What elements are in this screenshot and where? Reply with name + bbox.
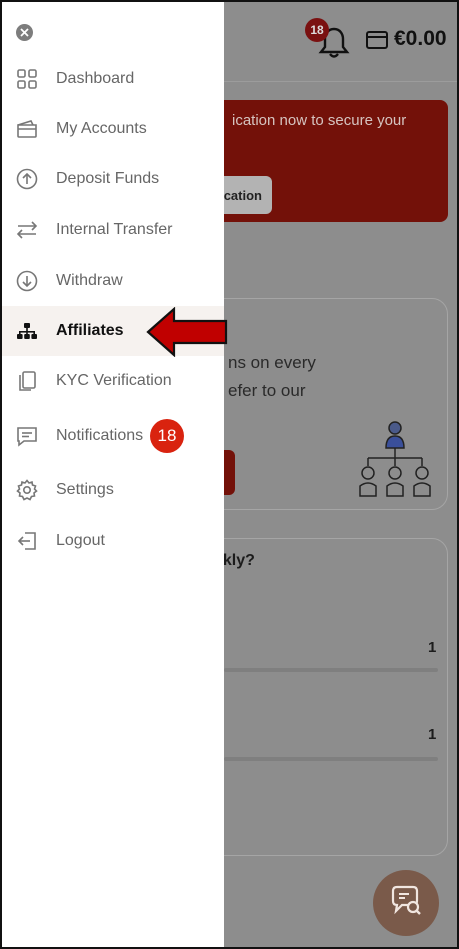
sidebar-item-label: My Accounts <box>56 120 147 137</box>
stat-value: 1 <box>428 726 437 743</box>
sidebar-item-dashboard[interactable]: Dashboard <box>2 54 224 104</box>
sidebar-item-label: Withdraw <box>56 272 123 289</box>
annotation-arrow-icon <box>146 306 228 358</box>
stat-bar <box>224 757 438 761</box>
stat-bar <box>224 668 438 672</box>
wallet-icon <box>16 118 38 140</box>
affiliate-card-text-line-1: ns on every <box>228 353 316 372</box>
sidebar-item-my-accounts[interactable]: My Accounts <box>2 104 224 154</box>
transfer-arrows-icon <box>16 219 38 241</box>
message-icon <box>16 425 38 447</box>
notification-count-badge: 18 <box>305 18 329 42</box>
sidebar-item-label: Notifications <box>56 427 144 444</box>
sidebar-item-label: Settings <box>56 481 114 498</box>
sidebar-item-label: Deposit Funds <box>56 170 160 187</box>
affiliate-tree-illustration <box>356 418 434 504</box>
sidebar-item-kyc-verification[interactable]: KYC Verification <box>2 356 224 406</box>
arrow-up-circle-icon <box>16 168 38 190</box>
sidebar-item-logout[interactable]: Logout <box>2 516 224 566</box>
affiliate-card-text-line-2: efer to our <box>228 381 306 400</box>
notifications-count-badge: 18 <box>150 419 184 453</box>
sidebar-item-deposit-funds[interactable]: Deposit Funds <box>2 154 224 204</box>
support-chat-button[interactable] <box>373 870 439 936</box>
arrow-down-circle-icon <box>16 270 38 292</box>
sidebar-item-label: Affiliates <box>56 322 124 339</box>
app-frame: 18 €0.00 ication now to secure your cati… <box>0 0 459 949</box>
sidebar-item-withdraw[interactable]: Withdraw <box>2 256 224 306</box>
sidebar-item-label: Internal Transfer <box>56 221 173 238</box>
sidebar-item-internal-transfer[interactable]: Internal Transfer <box>2 205 224 255</box>
close-drawer-button[interactable] <box>16 24 33 41</box>
close-icon <box>20 28 29 37</box>
sidebar-item-label: Dashboard <box>56 70 135 87</box>
sidebar-item-settings[interactable]: Settings <box>2 465 224 515</box>
documents-icon <box>16 370 38 392</box>
chat-search-icon <box>388 883 424 924</box>
alert-text: ication now to secure your <box>232 112 407 129</box>
gear-icon <box>16 479 38 501</box>
sidebar-item-label: KYC Verification <box>56 372 172 389</box>
sidebar-item-label: Logout <box>56 532 105 549</box>
wallet-icon <box>366 31 388 49</box>
grid-icon <box>16 68 38 90</box>
navigation-drawer: Dashboard My Accounts Deposit Funds Inte… <box>2 2 224 947</box>
sidebar-item-notifications[interactable]: Notifications 18 <box>2 411 224 461</box>
stat-value: 1 <box>428 639 437 656</box>
stats-card <box>202 538 448 856</box>
balance-amount: €0.00 <box>394 27 447 50</box>
hierarchy-icon <box>16 320 38 342</box>
logout-icon <box>16 530 38 552</box>
